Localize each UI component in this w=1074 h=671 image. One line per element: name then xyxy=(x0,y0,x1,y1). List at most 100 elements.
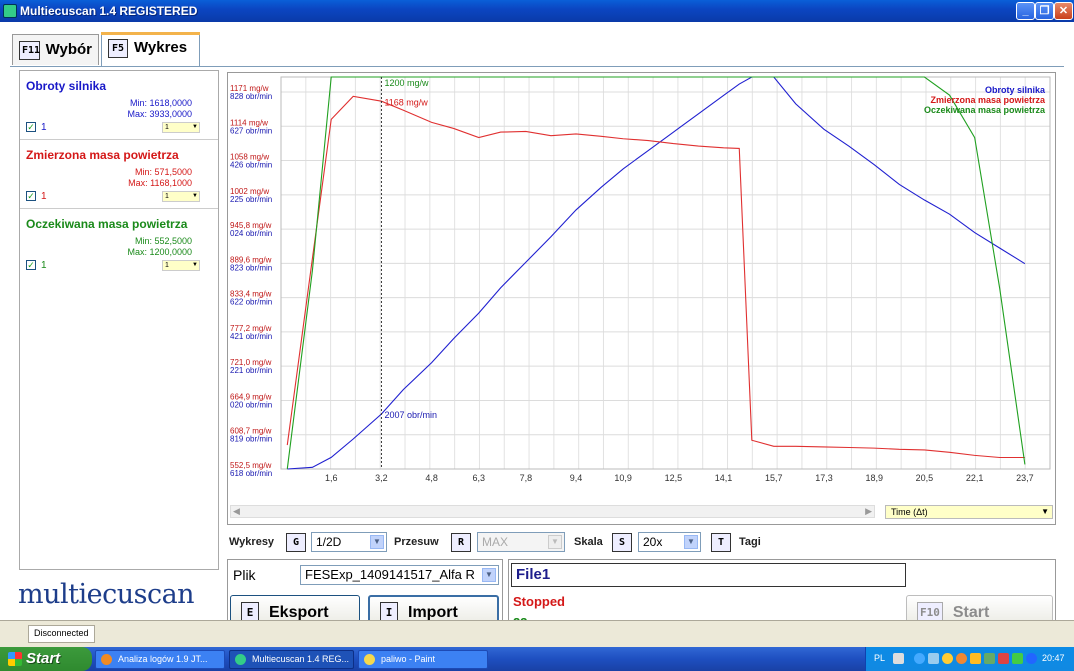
signal-item: Obroty silnika Min: 1618,0000 Max: 3933,… xyxy=(20,71,218,140)
chevron-down-icon: ▼ xyxy=(192,193,198,199)
signal-min: Min: 571,5000 xyxy=(134,167,192,177)
chart-legend: Obroty silnika Zmierzona masa powietrza … xyxy=(924,85,1045,115)
legend-entry: Oczekiwana masa powietrza xyxy=(923,105,1045,115)
signal-checkbox-label: 1 xyxy=(41,260,47,271)
y-tick-label-rpm: 627 obr/min xyxy=(230,126,272,135)
y-tick-label-rpm: 426 obr/min xyxy=(230,161,272,170)
tab-divider xyxy=(10,66,1064,67)
clock: 20:47 xyxy=(1042,653,1065,663)
skala-key[interactable]: S xyxy=(612,532,632,552)
monitor-icon[interactable] xyxy=(984,653,995,664)
signal-name: Zmierzona masa powietrza xyxy=(26,148,179,162)
y-tick-label-rpm: 823 obr/min xyxy=(230,263,272,272)
x-tick-label: 17,3 xyxy=(815,473,833,483)
alert-icon[interactable] xyxy=(998,653,1009,664)
signal-checkbox-label: 1 xyxy=(41,191,47,202)
chevron-down-icon: ▼ xyxy=(370,535,384,549)
line-chart[interactable]: 1171 mg/w828 obr/min1114 mg/w627 obr/min… xyxy=(228,73,1057,503)
x-tick-label: 6,3 xyxy=(472,473,485,483)
y-tick-label-rpm: 618 obr/min xyxy=(230,469,272,478)
title-bar: Multiecuscan 1.4 REGISTERED _ ❐ ✕ xyxy=(0,0,1074,22)
chevron-down-icon: ▼ xyxy=(684,535,698,549)
start-label: Start xyxy=(26,650,61,667)
signal-style-value: 1 xyxy=(165,262,169,269)
x-tick-label: 15,7 xyxy=(765,473,783,483)
close-button[interactable]: ✕ xyxy=(1054,2,1073,20)
signal-min: Min: 1618,0000 xyxy=(129,98,192,108)
file-select-value: FESExp_1409141517_Alfa R xyxy=(305,567,475,582)
taskbar-item-label: Analiza logów 1.9 JT... xyxy=(118,654,208,664)
signal-max: Max: 1168,1000 xyxy=(128,178,192,188)
legend-entry: Zmierzona masa powietrza xyxy=(930,95,1045,105)
signal-style-select[interactable]: 1 ▼ xyxy=(162,191,200,202)
signal-checkbox[interactable]: ✓ xyxy=(26,191,36,201)
signal-style-select[interactable]: 1 ▼ xyxy=(162,122,200,133)
chevron-down-icon: ▼ xyxy=(192,262,198,268)
keyboard-icon[interactable] xyxy=(893,653,904,664)
y-tick-label-rpm: 819 obr/min xyxy=(230,435,272,444)
chart-panel[interactable]: 1171 mg/w 828 obr/min 1114 mg/w 627 obr/min… xyxy=(227,72,1056,525)
signal-max: Max: 1200,0000 xyxy=(127,247,192,257)
taskbar-item[interactable]: Multiecuscan 1.4 REG... xyxy=(229,650,354,669)
maximize-button[interactable]: ❐ xyxy=(1035,2,1054,20)
signal-item: Oczekiwana masa powietrza Min: 552,5000 … xyxy=(20,209,218,278)
start-menu-button[interactable]: Start xyxy=(0,647,92,671)
connection-status: Disconnected xyxy=(28,625,95,643)
tab-wybor[interactable]: F11 Wybór xyxy=(12,34,99,65)
tab-wykres-key: F5 xyxy=(108,39,128,58)
update-icon[interactable] xyxy=(956,653,967,664)
wykresy-label: Wykresy xyxy=(229,532,274,552)
signal-checkbox[interactable]: ✓ xyxy=(26,260,36,270)
wykresy-select-value: 1/2D xyxy=(316,535,342,549)
signal-max: Max: 3933,0000 xyxy=(127,109,192,119)
tagi-label[interactable]: Tagi xyxy=(739,536,761,548)
y-tick-label-rpm: 020 obr/min xyxy=(230,400,272,409)
windows-logo-icon xyxy=(8,652,22,666)
signal-list-panel: Obroty silnika Min: 1618,0000 Max: 3933,… xyxy=(19,70,219,570)
legend-entry: Obroty silnika xyxy=(984,85,1045,95)
taskbar-item[interactable]: Analiza logów 1.9 JT... xyxy=(95,650,225,669)
x-tick-label: 9,4 xyxy=(570,473,583,483)
wykresy-key[interactable]: G xyxy=(286,532,306,552)
app-icon xyxy=(235,654,246,665)
scroll-left-icon[interactable]: ◀ xyxy=(233,506,240,517)
wykresy-select[interactable]: 1/2D ▼ xyxy=(311,532,387,552)
x-tick-label: 22,1 xyxy=(966,473,984,483)
cursor-value-label: 2007 obr/min xyxy=(384,410,437,420)
minimize-button[interactable]: _ xyxy=(1016,2,1035,20)
bluetooth-icon[interactable] xyxy=(1026,653,1037,664)
file-name-field[interactable]: File1 xyxy=(511,563,906,587)
skala-select[interactable]: 20x ▼ xyxy=(638,532,701,552)
tab-wykres[interactable]: F5 Wykres xyxy=(101,32,200,66)
signal-name: Obroty silnika xyxy=(26,79,107,93)
taskbar-item[interactable]: paliwo - Paint xyxy=(358,650,488,669)
tagi-key[interactable]: T xyxy=(711,532,731,552)
signal-name: Oczekiwana masa powietrza xyxy=(26,217,188,231)
sync-icon[interactable] xyxy=(1012,653,1023,664)
signal-item: Zmierzona masa powietrza Min: 571,5000 M… xyxy=(20,140,218,209)
folder-icon[interactable] xyxy=(970,653,981,664)
tab-wykres-label: Wykres xyxy=(134,39,188,56)
language-indicator[interactable]: PL xyxy=(874,653,885,663)
taskbar-item-label: Multiecuscan 1.4 REG... xyxy=(252,654,350,664)
cursor-value-label: 1200 mg/w xyxy=(384,78,429,88)
file-label: Plik xyxy=(233,567,256,583)
scroll-right-icon[interactable]: ▶ xyxy=(865,506,872,517)
x-axis-select[interactable]: Time (Δt) ▼ xyxy=(885,505,1053,519)
y-tick-label-rpm: 828 obr/min xyxy=(230,92,272,101)
shield-icon[interactable] xyxy=(942,653,953,664)
network-icon[interactable] xyxy=(914,653,925,664)
signal-checkbox[interactable]: ✓ xyxy=(26,122,36,132)
x-tick-label: 12,5 xyxy=(665,473,683,483)
volume-icon[interactable] xyxy=(928,653,939,664)
y-tick-label-rpm: 225 obr/min xyxy=(230,195,272,204)
przesuw-label: Przesuw xyxy=(394,536,439,548)
przesuw-key[interactable]: R xyxy=(451,532,471,552)
signal-style-select[interactable]: 1 ▼ xyxy=(162,260,200,271)
cursor-value-label: 1168 mg/w xyxy=(384,97,428,107)
chart-scrollbar[interactable]: ◀ ▶ xyxy=(230,505,875,518)
x-axis-select-value: Time (Δt) xyxy=(891,507,928,517)
app-icon xyxy=(3,4,17,18)
file-select[interactable]: FESExp_1409141517_Alfa R ▼ xyxy=(300,565,499,585)
x-tick-label: 7,8 xyxy=(520,473,533,483)
